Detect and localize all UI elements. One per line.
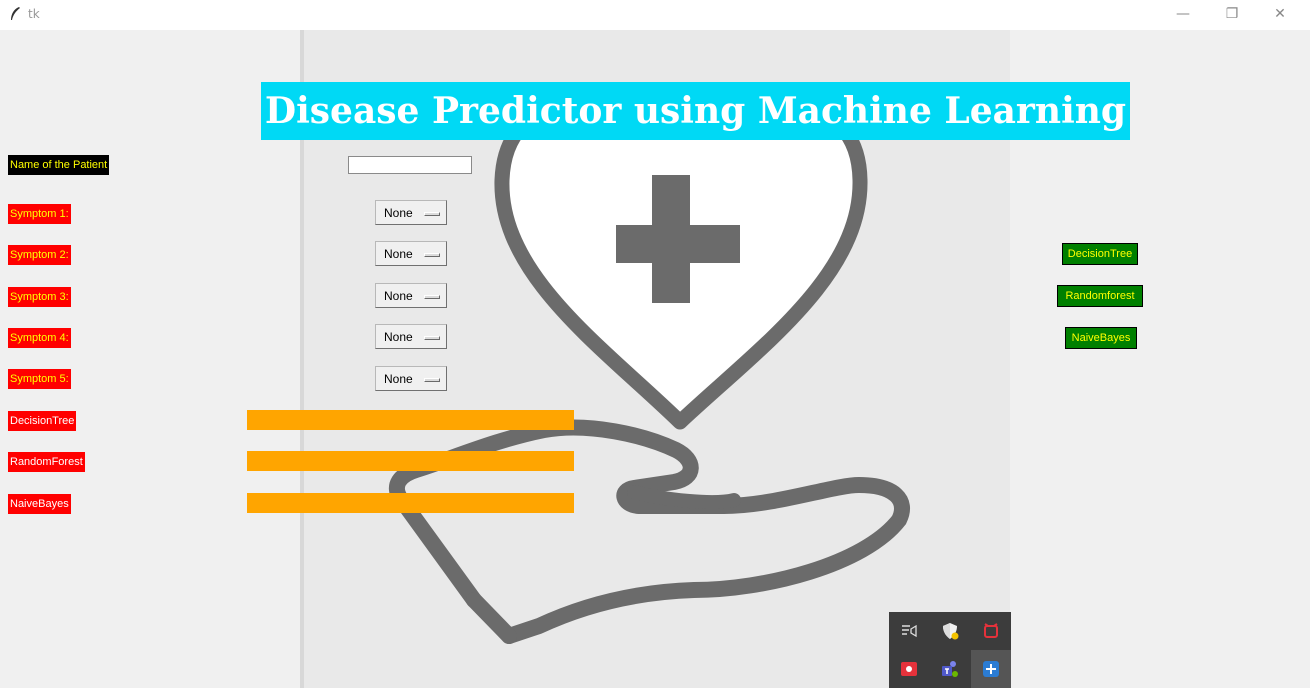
random-forest-result-field [247, 451, 574, 471]
symptom-5-select[interactable]: None [375, 366, 447, 391]
system-tray-overflow [889, 612, 1011, 688]
symptom-5-value: None [384, 372, 413, 386]
window-title: tk [28, 7, 40, 21]
symptom-1-select[interactable]: None [375, 200, 447, 225]
dropdown-indicator-icon [424, 253, 440, 257]
naive-bayes-result-label: NaiveBayes [8, 494, 71, 514]
symptom-1-value: None [384, 206, 413, 220]
close-button[interactable]: ✕ [1265, 6, 1295, 22]
add-icon[interactable] [971, 650, 1011, 688]
dropdown-indicator-icon [424, 378, 440, 382]
restore-button[interactable]: ❐ [1217, 6, 1247, 22]
random-forest-button[interactable]: Randomforest [1057, 285, 1143, 307]
window-titlebar: tk — ❐ ✕ [0, 0, 1310, 31]
notification-center-icon[interactable] [889, 612, 929, 650]
dropdown-indicator-icon [424, 295, 440, 299]
tk-feather-icon [11, 7, 20, 20]
page-title: Disease Predictor using Machine Learning [261, 82, 1130, 140]
naive-bayes-button[interactable]: NaiveBayes [1065, 327, 1137, 349]
patient-name-label: Name of the Patient [8, 155, 110, 175]
decision-tree-result-label: DecisionTree [8, 411, 77, 431]
symptom-1-label: Symptom 1: [8, 204, 71, 224]
video-app-icon[interactable] [889, 650, 929, 688]
background-left-panel [0, 30, 300, 688]
symptom-3-select[interactable]: None [375, 283, 447, 308]
teams-icon[interactable] [930, 650, 970, 688]
security-shield-icon[interactable] [930, 612, 970, 650]
dropdown-indicator-icon [424, 336, 440, 340]
patient-name-input[interactable] [348, 156, 472, 174]
symptom-2-select[interactable]: None [375, 241, 447, 266]
symptom-4-select[interactable]: None [375, 324, 447, 349]
decision-tree-result-field [247, 410, 574, 430]
random-forest-result-label: RandomForest [8, 452, 85, 472]
symptom-3-label: Symptom 3: [8, 287, 71, 307]
symptom-2-label: Symptom 2: [8, 245, 71, 265]
symptom-2-value: None [384, 247, 413, 261]
dropdown-indicator-icon [424, 212, 440, 216]
symptom-4-value: None [384, 330, 413, 344]
symptom-4-label: Symptom 4: [8, 328, 71, 348]
naive-bayes-result-field [247, 493, 574, 513]
symptom-3-value: None [384, 289, 413, 303]
minimize-button[interactable]: — [1168, 6, 1198, 22]
decision-tree-button[interactable]: DecisionTree [1062, 243, 1138, 265]
symptom-5-label: Symptom 5: [8, 369, 71, 389]
alarm-clock-icon[interactable] [971, 612, 1011, 650]
